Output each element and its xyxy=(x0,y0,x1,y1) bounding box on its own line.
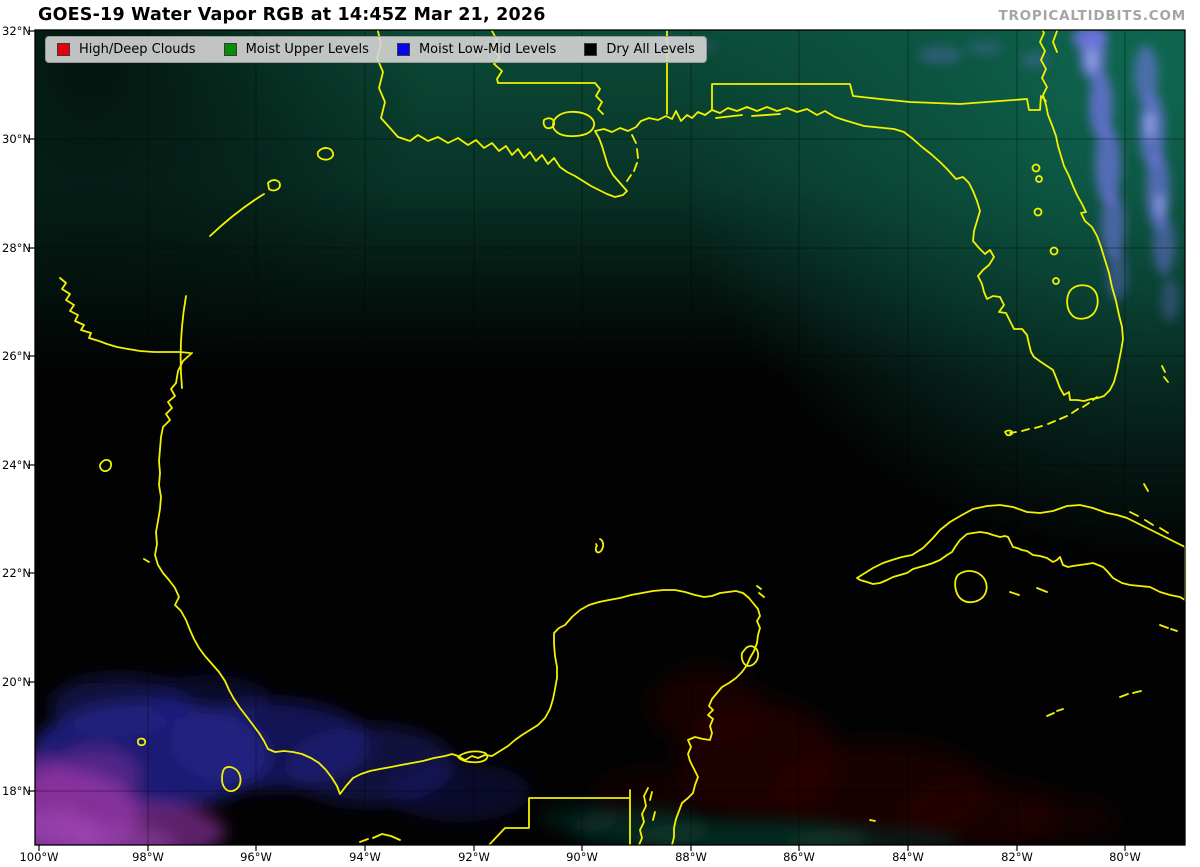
legend-item: Moist Low-Mid Levels xyxy=(396,42,557,57)
legend-color-swatch xyxy=(396,43,410,56)
latitude-label: 26°N xyxy=(2,349,31,363)
figure-title: GOES-19 Water Vapor RGB at 14:45Z Mar 21… xyxy=(38,5,546,25)
legend-item: Moist Upper Levels xyxy=(223,42,369,57)
longitude-label: 96°W xyxy=(240,850,272,864)
longitude-label: 84°W xyxy=(892,850,924,864)
legend-color-swatch xyxy=(584,43,598,56)
longitude-label: 80°W xyxy=(1109,850,1141,864)
map-canvas xyxy=(28,29,1186,851)
longitude-label: 90°W xyxy=(566,850,598,864)
latitude-label: 28°N xyxy=(2,241,31,255)
latitude-label: 32°N xyxy=(2,24,31,38)
latitude-label: 30°N xyxy=(2,132,31,146)
legend-color-swatch xyxy=(57,43,70,56)
legend: High/Deep Clouds Moist Upper Levels Moist … xyxy=(45,36,707,63)
legend-item: Dry All Levels xyxy=(584,43,695,56)
goes-satellite-figure: GOES-19 Water Vapor RGB at 14:45Z Mar 21… xyxy=(0,0,1200,867)
latitude-label: 18°N xyxy=(2,784,31,798)
longitude-label: 94°W xyxy=(349,850,381,864)
latitude-label: 24°N xyxy=(2,458,31,472)
legend-item: High/Deep Clouds xyxy=(57,43,196,56)
legend-color-swatch xyxy=(223,43,237,56)
longitude-label: 92°W xyxy=(458,850,490,864)
longitude-label: 98°W xyxy=(132,850,164,864)
map-imagery-layer xyxy=(35,30,1185,845)
site-watermark: TROPICALTIDBITS.COM xyxy=(998,8,1186,24)
legend-item-label: Moist Upper Levels xyxy=(245,42,369,57)
latitude-label: 20°N xyxy=(2,675,31,689)
legend-item-label: Dry All Levels xyxy=(606,42,695,57)
longitude-label: 100°W xyxy=(19,850,59,864)
longitude-label: 88°W xyxy=(675,850,707,864)
latitude-label: 22°N xyxy=(2,566,31,580)
legend-item-label: Moist Low-Mid Levels xyxy=(418,42,557,57)
legend-item-label: High/Deep Clouds xyxy=(79,42,196,57)
longitude-label: 86°W xyxy=(783,850,815,864)
longitude-label: 82°W xyxy=(1001,850,1033,864)
